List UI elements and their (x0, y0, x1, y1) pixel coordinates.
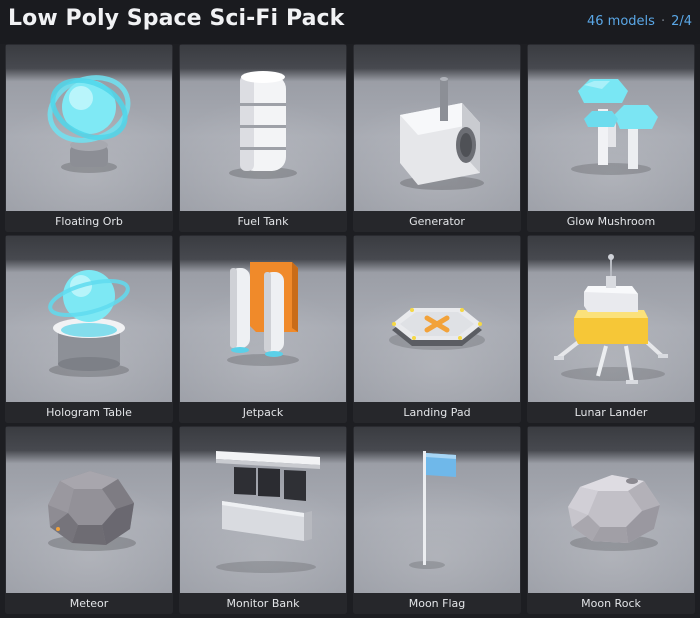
model-card-fuel-tank[interactable]: Fuel Tank (179, 44, 347, 232)
model-card-monitor-bank[interactable]: Monitor Bank (179, 426, 347, 614)
model-card-generator[interactable]: Generator (353, 44, 521, 232)
monitor-bank-icon (216, 451, 320, 573)
generator-icon (400, 77, 484, 190)
model-card-moon-flag[interactable]: Moon Flag (353, 426, 521, 614)
model-count: 46 models (587, 14, 655, 29)
page-title: Low Poly Space Sci-Fi Pack (8, 6, 345, 31)
model-card-jetpack[interactable]: Jetpack (179, 235, 347, 423)
model-thumbnail (6, 45, 172, 211)
model-thumbnail (528, 236, 694, 402)
lunar-lander-icon (554, 254, 668, 384)
meta-separator: · (660, 14, 666, 29)
fuel-tank-icon (229, 71, 297, 179)
jetpack-icon (227, 262, 299, 366)
model-card-meteor[interactable]: Meteor (5, 426, 173, 614)
model-name: Hologram Table (5, 402, 173, 423)
moon-flag-icon (409, 451, 456, 569)
floating-orb-icon (47, 75, 131, 173)
model-thumbnail (6, 236, 172, 402)
model-name: Lunar Lander (527, 402, 695, 423)
model-name: Generator (353, 211, 521, 232)
model-thumbnail (528, 427, 694, 593)
model-thumbnail (354, 427, 520, 593)
model-card-hologram-table[interactable]: Hologram Table (5, 235, 173, 423)
model-thumbnail (180, 236, 346, 402)
model-card-landing-pad[interactable]: Landing Pad (353, 235, 521, 423)
model-name: Moon Rock (527, 593, 695, 614)
glow-mushroom-icon (571, 79, 658, 175)
model-thumbnail (528, 45, 694, 211)
model-thumbnail (180, 427, 346, 593)
model-name: Monitor Bank (179, 593, 347, 614)
landing-pad-icon (389, 308, 485, 350)
meteor-icon (48, 471, 136, 551)
header-bar: Low Poly Space Sci-Fi Pack 46 models · 2/4 (0, 0, 700, 44)
model-card-moon-rock[interactable]: Moon Rock (527, 426, 695, 614)
pack-meta: 46 models · 2/4 (587, 14, 692, 29)
model-thumbnail (354, 236, 520, 402)
model-name: Landing Pad (353, 402, 521, 423)
model-grid: Floating Orb Fuel Tank Generator Glow Mu… (5, 44, 695, 614)
moon-rock-icon (568, 475, 660, 551)
model-name: Glow Mushroom (527, 211, 695, 232)
model-name: Jetpack (179, 402, 347, 423)
model-name: Floating Orb (5, 211, 173, 232)
page-indicator[interactable]: 2/4 (671, 14, 692, 29)
model-name: Meteor (5, 593, 173, 614)
model-card-glow-mushroom[interactable]: Glow Mushroom (527, 44, 695, 232)
model-name: Moon Flag (353, 593, 521, 614)
model-thumbnail (6, 427, 172, 593)
model-card-floating-orb[interactable]: Floating Orb (5, 44, 173, 232)
model-card-lunar-lander[interactable]: Lunar Lander (527, 235, 695, 423)
model-thumbnail (180, 45, 346, 211)
model-thumbnail (354, 45, 520, 211)
model-name: Fuel Tank (179, 211, 347, 232)
hologram-table-icon (48, 270, 130, 377)
